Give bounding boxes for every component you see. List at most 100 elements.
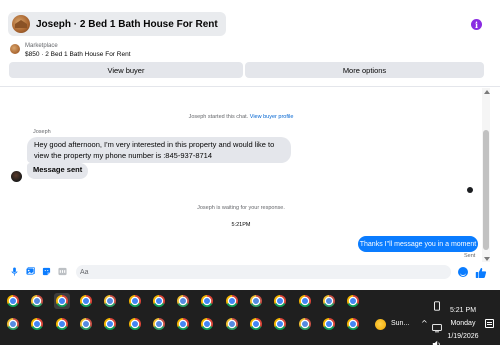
chrome-icon (250, 295, 262, 307)
chrome-icon (298, 295, 311, 307)
taskbar-chrome-icon[interactable] (175, 316, 191, 332)
taskbar-chrome-icon[interactable] (102, 316, 118, 332)
more-options-button[interactable]: More options (245, 62, 484, 78)
messenger-window: Joseph · 2 Bed 1 Bath House For Rent i M… (0, 0, 500, 345)
incoming-message-bubble[interactable]: Hey good afternoon, I'm very interested … (27, 137, 291, 163)
message-timestamp: 5:21PM (231, 222, 251, 228)
view-buyer-profile-link[interactable]: View buyer profile (250, 114, 294, 120)
chrome-icon (201, 295, 214, 307)
seen-indicator-icon (467, 187, 473, 193)
chrome-icon (79, 295, 92, 307)
taskbar-chrome-icon[interactable] (54, 316, 70, 332)
scrollbar-thumb[interactable] (483, 130, 489, 250)
chrome-icon (31, 318, 44, 330)
taskbar-chrome-icon[interactable] (297, 293, 313, 309)
taskbar-chrome-icon[interactable] (297, 316, 313, 332)
chrome-icon (7, 295, 19, 307)
taskbar-chrome-icon[interactable] (345, 316, 361, 332)
weather-text[interactable]: Sun... (391, 320, 409, 327)
sticker-icon[interactable] (42, 267, 51, 276)
taskbar-chrome-icon[interactable] (248, 316, 264, 332)
chrome-icon (128, 295, 141, 307)
taskbar-chrome-icon[interactable] (127, 316, 143, 332)
chrome-icon (322, 318, 335, 330)
message-sent-bubble[interactable]: Message sent (27, 163, 89, 179)
thumbs-up-icon[interactable] (475, 266, 487, 278)
chrome-icon (225, 318, 238, 330)
chrome-icon (225, 295, 238, 307)
chrome-icon (347, 318, 360, 330)
chrome-icon (55, 295, 68, 307)
taskbar-chrome-icon[interactable] (321, 293, 337, 309)
sender-avatar[interactable] (11, 171, 22, 182)
scroll-down-arrow-icon[interactable] (484, 257, 490, 261)
listing-thumbnail (10, 44, 20, 54)
clock-time[interactable]: 5:21 PM (448, 307, 478, 314)
taskbar-chrome-icon[interactable] (102, 293, 118, 309)
gif-icon[interactable] (58, 267, 67, 276)
monitor-icon[interactable] (432, 320, 442, 333)
chat-title-button[interactable]: Joseph · 2 Bed 1 Bath House For Rent (8, 12, 226, 36)
emoji-icon[interactable] (458, 267, 468, 277)
outgoing-message-bubble[interactable]: Thanks I"ll message you in a moment (358, 236, 478, 252)
weather-sun-icon[interactable] (375, 319, 386, 330)
chat-header: Joseph · 2 Bed 1 Bath House For Rent i (0, 0, 500, 40)
taskbar-chrome-icon[interactable] (272, 316, 288, 332)
chrome-icon (177, 318, 190, 330)
taskbar-chrome-icon[interactable] (5, 316, 21, 332)
attach-image-icon[interactable] (26, 267, 35, 276)
taskbar-chrome-icon[interactable] (29, 316, 45, 332)
sender-name: Joseph (33, 129, 51, 135)
marketplace-listing: Marketplace $850 · 2 Bed 1 Bath House Fo… (0, 40, 500, 88)
taskbar-chrome-icon[interactable] (78, 316, 94, 332)
header-divider (0, 86, 500, 87)
notification-center-icon[interactable] (485, 319, 494, 328)
taskbar-chrome-icon[interactable] (127, 293, 143, 309)
taskbar-chrome-icon[interactable] (199, 293, 215, 309)
taskbar-chrome-icon[interactable] (175, 293, 191, 309)
taskbar-chrome-icon[interactable] (345, 293, 361, 309)
listing-title[interactable]: $850 · 2 Bed 1 Bath House For Rent (25, 51, 131, 58)
listing-avatar (12, 15, 30, 33)
taskbar-chrome-icon[interactable] (272, 293, 288, 309)
phone-link-icon[interactable] (432, 298, 442, 311)
scroll-up-arrow-icon[interactable] (484, 90, 490, 94)
volume-icon[interactable] (432, 336, 442, 345)
chrome-icon (347, 295, 360, 307)
clock-day[interactable]: Monday (448, 320, 478, 327)
info-icon[interactable]: i (471, 19, 482, 30)
message-input[interactable] (76, 265, 451, 279)
chrome-icon (274, 295, 287, 307)
microphone-icon[interactable] (10, 267, 19, 276)
taskbar-chrome-icon[interactable] (5, 293, 21, 309)
chrome-icon (79, 318, 92, 330)
taskbar-chrome-icon[interactable] (224, 316, 240, 332)
taskbar-chrome-icon[interactable] (248, 293, 264, 309)
chevron-up-icon[interactable]: ^ (421, 319, 428, 328)
marketplace-label: Marketplace (25, 43, 58, 49)
waiting-notice: Joseph is waiting for your response. (197, 205, 285, 211)
chrome-icon (152, 295, 165, 307)
taskbar-chrome-icon[interactable] (151, 316, 167, 332)
chat-started-text: Joseph started this chat. (188, 114, 249, 120)
chat-started-notice: Joseph started this chat. View buyer pro… (0, 114, 482, 120)
chrome-icon (177, 295, 190, 307)
chrome-icon (274, 318, 287, 330)
sent-status: Sent (464, 253, 476, 259)
chrome-icon (298, 318, 311, 330)
chrome-icon (128, 318, 141, 330)
clock-date[interactable]: 1/19/2026 (444, 333, 482, 340)
taskbar-chrome-icon[interactable] (199, 316, 215, 332)
view-buyer-button[interactable]: View buyer (9, 62, 243, 78)
chrome-icon (152, 318, 165, 330)
taskbar-chrome-icon[interactable] (53, 293, 70, 309)
message-composer (0, 262, 500, 282)
taskbar-chrome-icon[interactable] (321, 316, 337, 332)
chat-title: Joseph · 2 Bed 1 Bath House For Rent (36, 18, 218, 30)
taskbar-chrome-icon[interactable] (224, 293, 240, 309)
chrome-icon (31, 295, 44, 307)
taskbar-chrome-icon[interactable] (29, 293, 45, 309)
taskbar-chrome-icon[interactable] (151, 293, 167, 309)
taskbar-chrome-icon[interactable] (78, 293, 94, 309)
chrome-icon (250, 318, 262, 330)
